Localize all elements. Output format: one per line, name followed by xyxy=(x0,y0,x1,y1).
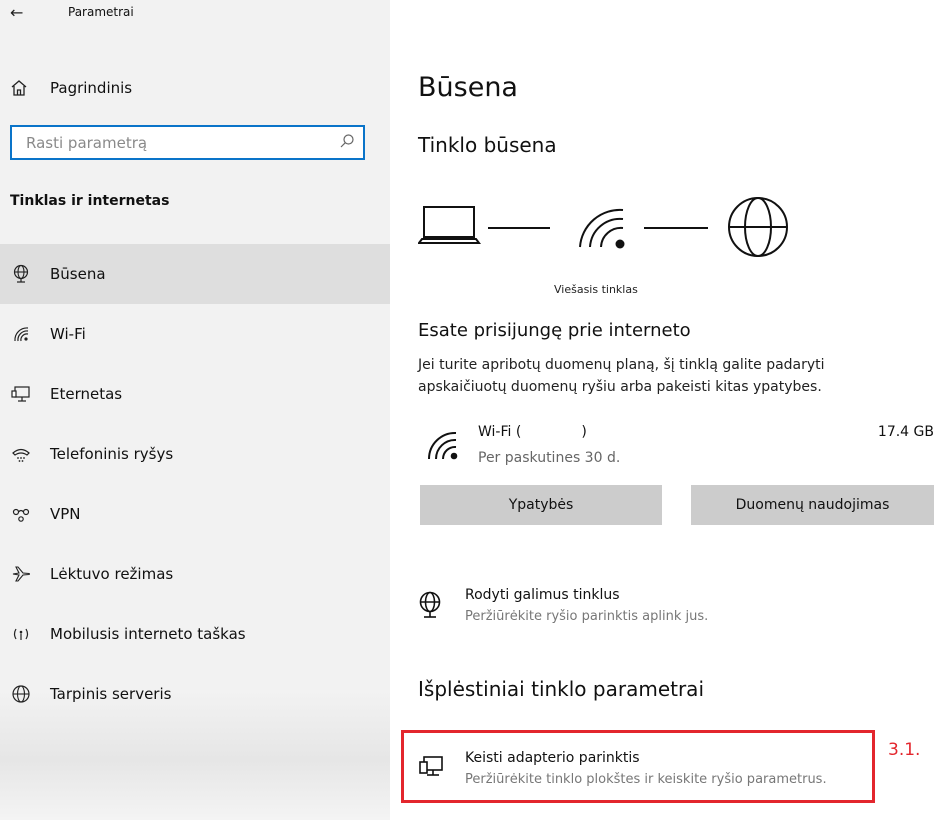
sidebar-item-label: Tarpinis serveris xyxy=(50,685,172,703)
sidebar-nav: Būsena Wi-Fi Eternetas Telefoninis ryšys… xyxy=(0,244,390,724)
page-title: Būsena xyxy=(418,72,518,103)
dialup-icon xyxy=(10,443,32,465)
sidebar-item-label: Mobilusis interneto taškas xyxy=(50,625,246,643)
connected-title: Esate prisijungę prie interneto xyxy=(418,320,691,341)
search-input[interactable]: Rasti parametrą xyxy=(10,125,365,160)
title-bar: ← Parametrai xyxy=(10,0,134,24)
home-link[interactable]: Pagrindinis xyxy=(10,76,132,100)
step-label: 3.1. xyxy=(888,740,921,760)
sidebar-item-label: Būsena xyxy=(50,265,106,283)
sidebar-item-tarpinis-serveris[interactable]: Tarpinis serveris xyxy=(0,664,390,724)
data-usage-amount: 17.4 GB xyxy=(877,424,934,440)
advanced-settings-title: Išplėstiniai tinklo parametrai xyxy=(418,677,704,701)
home-icon xyxy=(10,79,36,97)
wifi-icon xyxy=(10,323,32,345)
sidebar-item-label: Eternetas xyxy=(50,385,123,403)
sidebar-item-wifi[interactable]: Wi-Fi xyxy=(0,304,390,364)
network-status-icon xyxy=(418,591,444,625)
network-diagram xyxy=(418,197,788,257)
proxy-globe-icon xyxy=(10,683,32,705)
sidebar-item-label: Lėktuvo režimas xyxy=(50,565,174,583)
data-usage-button[interactable]: Duomenų naudojimas xyxy=(691,485,934,525)
show-networks-link[interactable]: Rodyti galimus tinklus Peržiūrėkite ryši… xyxy=(418,587,898,631)
sidebar-item-lektuvo-rezimas[interactable]: Lėktuvo režimas xyxy=(0,544,390,604)
sidebar-item-label: Wi-Fi xyxy=(50,325,86,343)
sidebar-item-busena[interactable]: Būsena xyxy=(0,244,390,304)
network-type: Viešasis tinklas xyxy=(554,283,638,296)
connection-name-start: Wi-Fi ( xyxy=(478,424,522,440)
sidebar-item-eternetas[interactable]: Eternetas xyxy=(0,364,390,424)
section-title: Tinklas ir internetas xyxy=(10,193,170,209)
laptop-icon xyxy=(418,206,481,244)
airplane-icon xyxy=(10,563,32,585)
hotspot-icon xyxy=(10,623,32,645)
connected-description: Jei turite apribotų duomenų planą, šį ti… xyxy=(418,357,825,395)
wifi-connection-icon xyxy=(426,430,460,464)
highlight-box xyxy=(401,730,875,803)
properties-button[interactable]: Ypatybės xyxy=(420,485,662,525)
app-title: Parametrai xyxy=(68,5,134,19)
sidebar-item-vpn[interactable]: VPN xyxy=(0,484,390,544)
sidebar: ← Parametrai Pagrindinis Rasti parametrą… xyxy=(0,0,390,820)
sidebar-item-label: Telefoninis ryšys xyxy=(50,445,174,463)
network-status-icon xyxy=(10,263,32,285)
home-label: Pagrindinis xyxy=(50,79,133,97)
sidebar-item-telefoninis-rysys[interactable]: Telefoninis ryšys xyxy=(0,424,390,484)
connection-name-end: ) xyxy=(581,424,587,440)
sidebar-item-mobilusis-interneto-taskas[interactable]: Mobilusis interneto taškas xyxy=(0,604,390,664)
search-icon[interactable] xyxy=(339,133,355,153)
wifi-signal-icon xyxy=(579,208,625,249)
back-arrow-icon[interactable]: ← xyxy=(10,3,32,22)
sidebar-item-label: VPN xyxy=(50,505,81,523)
main-content: Būsena Tinklo būsena Viešasis tinklas Es… xyxy=(418,0,936,820)
connection-row[interactable]: Wi-Fi () Per paskutines 30 d. 17.4 GB xyxy=(418,422,934,472)
vpn-icon xyxy=(10,503,32,525)
connection-name: Wi-Fi () xyxy=(478,424,587,440)
connection-period: Per paskutines 30 d. xyxy=(478,450,621,466)
show-networks-description: Peržiūrėkite ryšio parinktis aplink jus. xyxy=(465,609,709,624)
search-placeholder: Rasti parametrą xyxy=(26,133,148,152)
network-status-title: Tinklo būsena xyxy=(418,133,557,157)
ethernet-icon xyxy=(10,383,32,405)
show-networks-title: Rodyti galimus tinklus xyxy=(465,587,620,603)
globe-icon xyxy=(728,197,788,257)
